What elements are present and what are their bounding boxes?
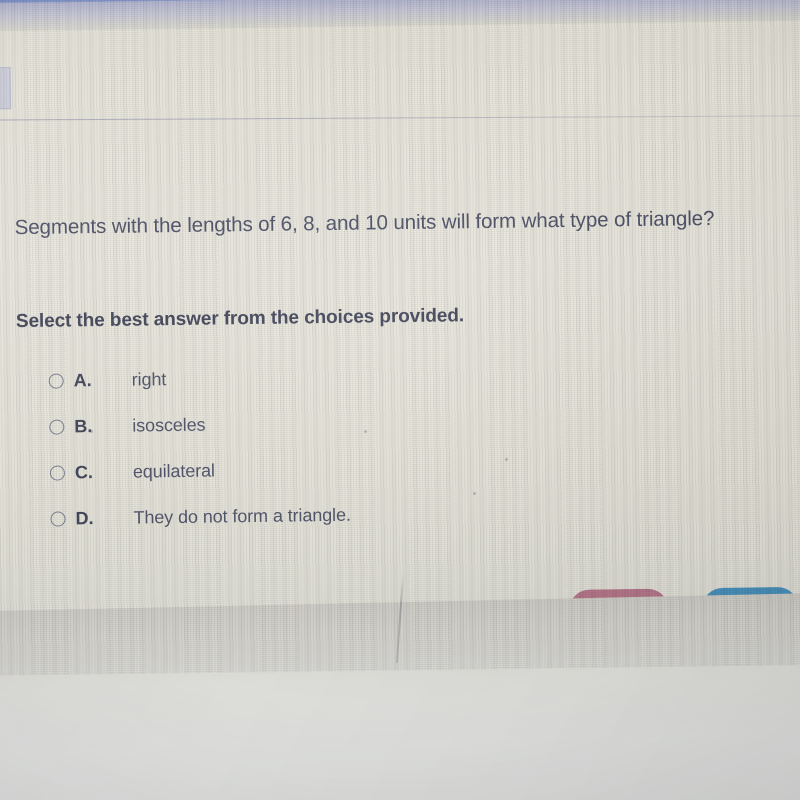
choice-list: A. right B. isosceles C. equilateral D. …	[16, 348, 800, 542]
choice-letter-c: C.	[74, 462, 94, 483]
question-number-tab[interactable]: 2	[0, 67, 12, 110]
radio-button-d[interactable]	[50, 511, 66, 527]
question-content: Segments with the lengths of 6, 8, and 1…	[15, 205, 800, 543]
choice-label-b: isosceles	[132, 414, 206, 436]
radio-button-c[interactable]	[49, 465, 66, 481]
radio-button-b[interactable]	[49, 419, 65, 435]
answer-prompt: Select the best answer from the choices …	[15, 304, 465, 332]
choice-letter-b: B.	[74, 416, 93, 437]
off-screen-area	[0, 591, 800, 800]
choice-label-a: right	[131, 369, 167, 390]
screen-content: 2 Segments with the lengths of 6, 8, and…	[0, 0, 800, 800]
choice-label-d: They do not form a triangle.	[133, 504, 351, 528]
photographed-screen: 2 Segments with the lengths of 6, 8, and…	[0, 0, 800, 800]
choice-letter-d: D.	[75, 508, 94, 529]
choice-letter-a: A.	[73, 370, 92, 391]
screenshot-root: 2 Segments with the lengths of 6, 8, and…	[0, 0, 800, 800]
choice-label-c: equilateral	[132, 460, 216, 482]
radio-button-a[interactable]	[48, 373, 64, 389]
